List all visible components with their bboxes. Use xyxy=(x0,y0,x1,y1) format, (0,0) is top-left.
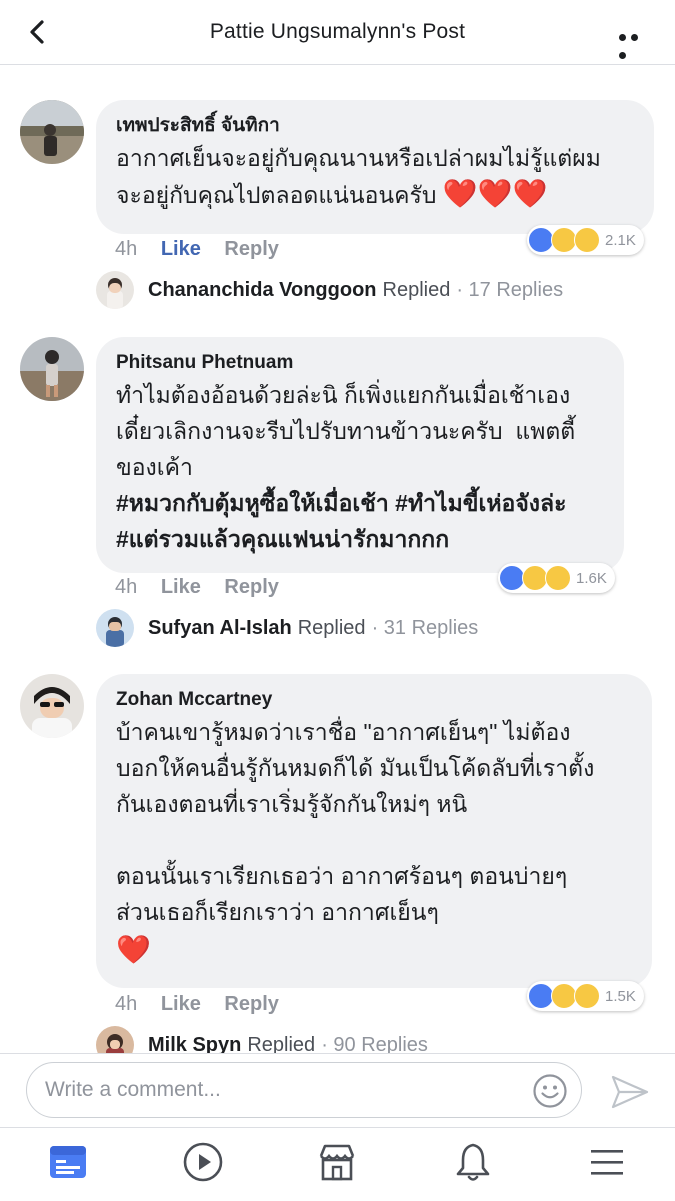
reaction-count: 2.1K xyxy=(605,231,636,249)
reactions-summary[interactable]: 1.5K xyxy=(527,981,644,1011)
comment-author[interactable]: Phitsanu Phetnuam xyxy=(116,351,604,375)
commenter-avatar[interactable] xyxy=(20,100,84,164)
notifications-bell-icon[interactable] xyxy=(451,1140,495,1184)
comment-bubble[interactable]: Phitsanu Phetnuam ทำไมต้องอ้อนด้วยล่ะนิ … xyxy=(96,337,624,573)
replier-name[interactable]: Sufyan Al-Islah xyxy=(148,617,292,640)
replier-name[interactable]: Milk Spyn xyxy=(148,1034,241,1054)
comment-bubble[interactable]: เทพประสิทธิ์ จันทิกา อากาศเย็นจะอยู่กับค… xyxy=(96,100,654,234)
reply-button[interactable]: Reply xyxy=(224,993,278,1016)
commenter-avatar[interactable] xyxy=(20,674,84,738)
send-arrow-icon[interactable] xyxy=(610,1074,650,1110)
replied-label: Replied xyxy=(247,1033,316,1054)
reply-button[interactable]: Reply xyxy=(224,238,278,261)
like-button[interactable]: Like xyxy=(161,576,201,599)
menu-hamburger-icon[interactable] xyxy=(585,1140,629,1184)
comment-actions: 4h Like Reply xyxy=(115,238,297,261)
news-feed-icon[interactable] xyxy=(46,1140,90,1184)
comment-time: 4h xyxy=(115,238,138,260)
comment-actions: 4h Like Reply xyxy=(115,576,297,599)
reply-button[interactable]: Reply xyxy=(224,576,278,599)
comment-author[interactable]: เทพประสิทธิ์ จันทิกา xyxy=(116,114,634,138)
wow-reaction-icon xyxy=(574,227,600,253)
replies-summary[interactable]: Sufyan Al-Islah Replied · 31 Replies xyxy=(96,608,478,648)
top-navigation-bar: Pattie Ungsumalynn's Post xyxy=(0,0,675,65)
replied-label: Replied xyxy=(297,616,366,639)
like-button[interactable]: Like xyxy=(161,993,201,1016)
replies-summary[interactable]: Chananchida Vonggoon Replied · 17 Replie… xyxy=(96,270,563,310)
comment-author[interactable]: Zohan Mccartney xyxy=(116,688,632,712)
smiley-icon[interactable] xyxy=(532,1073,568,1109)
sad-reaction-icon xyxy=(574,983,600,1009)
comment-text: ทำไมต้องอ้อนด้วยล่ะนิ ก็เพิ่งแยกกันเมื่อ… xyxy=(116,382,576,480)
reaction-count: 1.6K xyxy=(576,569,607,587)
replier-avatar xyxy=(96,271,134,309)
like-button[interactable]: Like xyxy=(161,238,201,261)
replies-count[interactable]: · 17 Replies xyxy=(456,279,563,302)
comment-time: 4h xyxy=(115,993,138,1015)
comment-time: 4h xyxy=(115,576,138,598)
wow-reaction-icon xyxy=(545,565,571,591)
comment-actions: 4h Like Reply xyxy=(115,993,297,1016)
page-title: Pattie Ungsumalynn's Post xyxy=(209,20,466,43)
comment-text: อากาศเย็นจะอยู่กับคุณนานหรือเปล่าผมไม่รู… xyxy=(116,145,601,209)
comment-input[interactable] xyxy=(26,1062,582,1118)
comment-composer xyxy=(0,1053,675,1128)
commenter-avatar[interactable] xyxy=(20,337,84,401)
heart-emoji-icon: ❤️ xyxy=(116,934,151,965)
bottom-tab-bar xyxy=(0,1127,675,1201)
replies-count[interactable]: · 90 Replies xyxy=(321,1034,428,1054)
comment-bubble[interactable]: Zohan Mccartney บ้าคนเขารู้หมดว่าเราชื่อ… xyxy=(96,674,652,988)
replier-avatar xyxy=(96,609,134,647)
reactions-summary[interactable]: 2.1K xyxy=(527,225,644,255)
comments-list[interactable]: เทพประสิทธิ์ จันทิกา อากาศเย็นจะอยู่กับค… xyxy=(0,65,675,1053)
reactions-summary[interactable]: 1.6K xyxy=(498,563,615,593)
replies-summary[interactable]: Milk Spyn Replied · 90 Replies xyxy=(96,1025,428,1053)
heart-emoji-icon: ❤️❤️❤️ xyxy=(442,178,548,209)
replies-count[interactable]: · 31 Replies xyxy=(372,617,479,640)
replied-label: Replied xyxy=(382,278,451,301)
video-play-icon[interactable] xyxy=(181,1140,225,1184)
reaction-count: 1.5K xyxy=(605,987,636,1005)
more-options-icon[interactable] xyxy=(619,28,653,59)
replier-name[interactable]: Chananchida Vonggoon xyxy=(148,279,377,302)
comment-hashtags[interactable]: #หมวกกับตุ้มหูซื้อให้เมื่อเช้า #ทำไมขี้เ… xyxy=(116,485,604,557)
comment-text: บ้าคนเขารู้หมดว่าเราชื่อ "อากาศเย็นๆ" ไม… xyxy=(116,719,595,925)
replier-avatar xyxy=(96,1026,134,1053)
marketplace-store-icon[interactable] xyxy=(315,1140,359,1184)
